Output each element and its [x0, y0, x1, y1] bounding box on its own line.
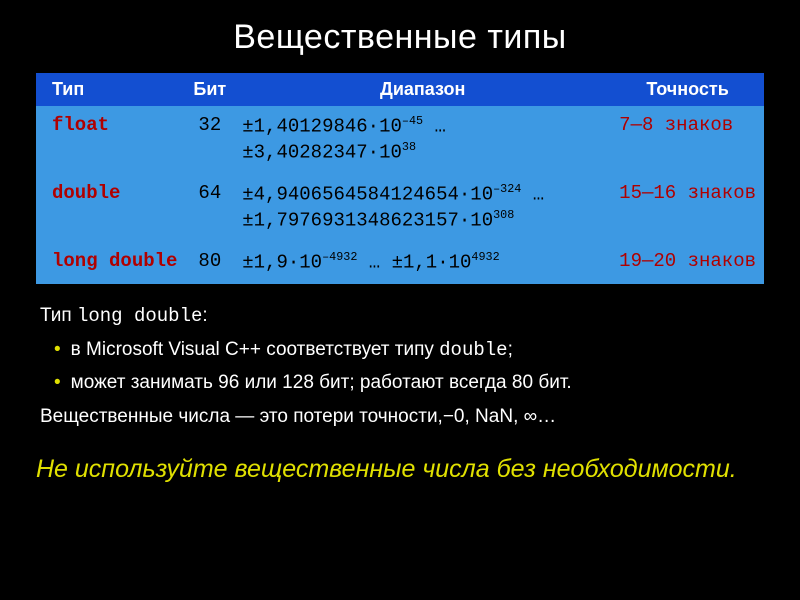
col-bits: Бит — [185, 73, 234, 106]
cell-type: double — [36, 174, 185, 242]
table-row: double 64 ±4,9406564584124654·10–324 … ±… — [36, 174, 764, 242]
lead-text: Тип long double: — [40, 302, 764, 331]
cell-precision: 7—8 знаков — [611, 106, 764, 174]
cell-bits: 32 — [185, 106, 234, 174]
cell-precision: 15—16 знаков — [611, 174, 764, 242]
col-precision: Точность — [611, 73, 764, 106]
bullet-list: в Microsoft Visual С++ соответствует тип… — [40, 336, 764, 397]
types-table: Тип Бит Диапазон Точность float 32 ±1,40… — [36, 73, 764, 284]
cell-range: ±4,9406564584124654·10–324 … ±1,79769313… — [234, 174, 611, 242]
cell-bits: 80 — [185, 242, 234, 284]
cell-type: float — [36, 106, 185, 174]
body-text: Тип long double: в Microsoft Visual С++ … — [36, 302, 764, 432]
table-header-row: Тип Бит Диапазон Точность — [36, 73, 764, 106]
table-row: float 32 ±1,40129846·10–45 … ±3,40282347… — [36, 106, 764, 174]
cell-range: ±1,40129846·10–45 … ±3,40282347·1038 — [234, 106, 611, 174]
list-item: в Microsoft Visual С++ соответствует тип… — [54, 336, 764, 365]
cell-bits: 64 — [185, 174, 234, 242]
slide-title: Вещественные типы — [36, 18, 764, 57]
tail-text: Вещественные числа — это потери точности… — [40, 403, 764, 432]
cell-range: ±1,9·10–4932 … ±1,1·104932 — [234, 242, 611, 284]
col-type: Тип — [36, 73, 185, 106]
list-item: может занимать 96 или 128 бит; работают … — [54, 369, 764, 398]
highlight-text: Не используйте вещественные числа без не… — [36, 454, 764, 485]
cell-type: long double — [36, 242, 185, 284]
slide: Вещественные типы Тип Бит Диапазон Точно… — [0, 0, 800, 600]
table-row: long double 80 ±1,9·10–4932 … ±1,1·10493… — [36, 242, 764, 284]
cell-precision: 19—20 знаков — [611, 242, 764, 284]
col-range: Диапазон — [234, 73, 611, 106]
